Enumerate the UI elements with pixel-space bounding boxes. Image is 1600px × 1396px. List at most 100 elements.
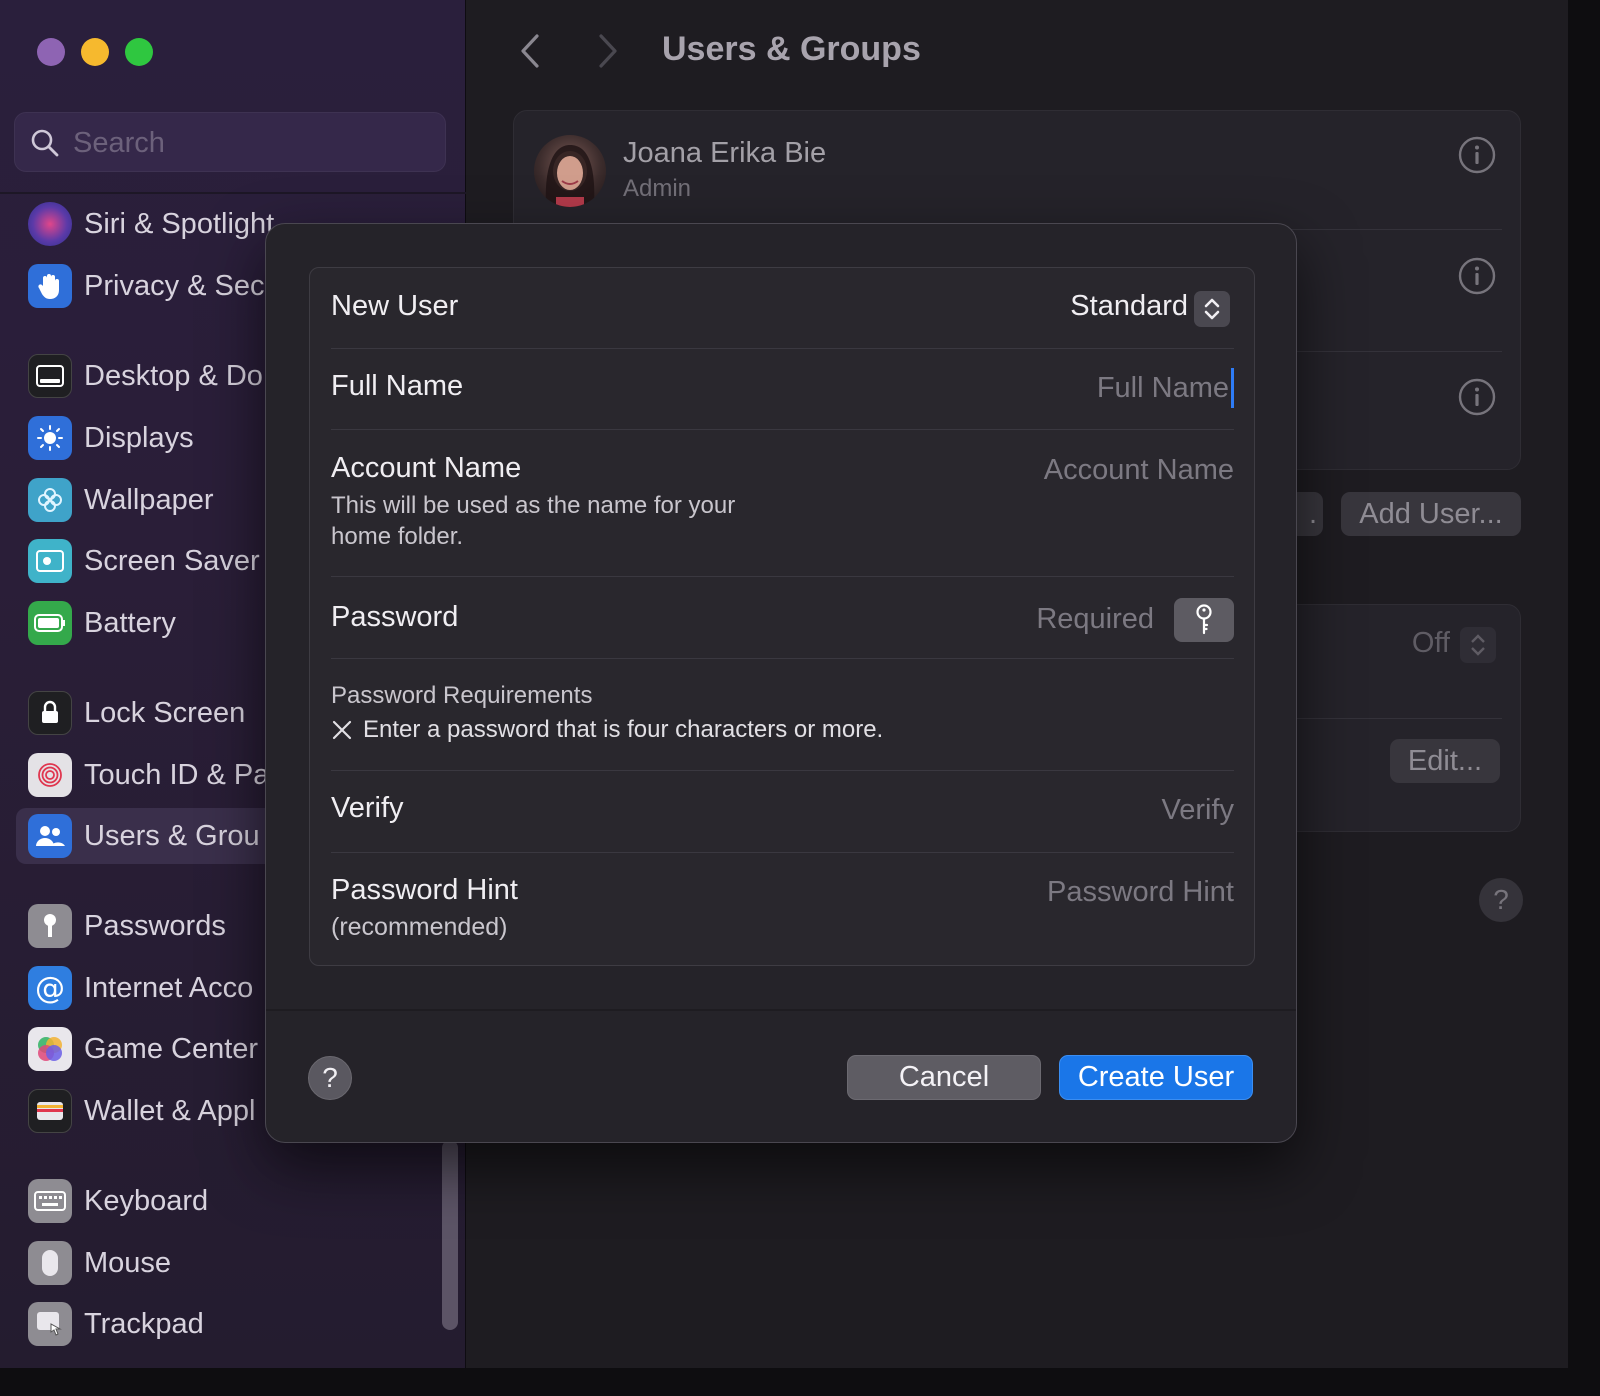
verify-label: Verify [331, 792, 404, 824]
key-icon [1196, 604, 1212, 635]
sidebar-item-label: Desktop & Do [84, 359, 263, 392]
desktop-icon [28, 354, 72, 398]
info-icon[interactable] [1458, 136, 1496, 174]
password-requirement-text: Enter a password that is four characters… [363, 716, 884, 743]
new-user-label: New User [331, 290, 459, 322]
cancel-button[interactable]: Cancel [847, 1055, 1041, 1100]
account-type-value[interactable]: Standard [1070, 290, 1188, 323]
sidebar-scrollbar[interactable] [442, 1140, 458, 1330]
window-close-button[interactable] [37, 38, 65, 66]
password-hint-sub: (recommended) [331, 913, 508, 941]
page-title: Users & Groups [662, 30, 921, 68]
sidebar-search [14, 112, 446, 172]
password-assistant-button[interactable] [1174, 598, 1234, 642]
dialog-help-button[interactable]: ? [308, 1056, 352, 1100]
sidebar-item-mouse[interactable]: Mouse [28, 1239, 448, 1287]
trackpad-icon [28, 1302, 72, 1346]
off-value: Off [1411, 627, 1450, 659]
avatar [534, 135, 606, 207]
form-divider [331, 348, 1234, 349]
settings-window: Siri & Spotlight Privacy & Sec Desktop &… [0, 0, 1568, 1368]
back-chevron-icon[interactable] [509, 28, 549, 74]
verify-row: Verify [331, 790, 1234, 834]
new-user-form: New User Standard Full Name Account Name… [309, 267, 1255, 966]
account-name-label: Account Name [331, 452, 522, 484]
sidebar-item-keyboard[interactable]: Keyboard [28, 1177, 448, 1225]
users-icon [28, 814, 72, 858]
key-icon [28, 904, 72, 948]
wallet-icon [28, 1089, 72, 1133]
form-divider [331, 576, 1234, 577]
info-icon[interactable] [1458, 257, 1496, 295]
keyboard-icon [28, 1179, 72, 1223]
sidebar-item-label: Mouse [84, 1246, 172, 1279]
sidebar-item-trackpad[interactable]: Trackpad [28, 1300, 448, 1348]
window-zoom-button[interactable] [125, 38, 153, 66]
help-button[interactable]: ? [1479, 878, 1523, 922]
password-field[interactable] [754, 599, 1154, 639]
battery-icon [28, 601, 72, 645]
password-label: Password [331, 601, 459, 633]
password-requirement-item: Enter a password that is four characters… [331, 716, 883, 744]
game-center-icon [28, 1027, 72, 1071]
info-icon[interactable] [1458, 378, 1496, 416]
form-divider [331, 429, 1234, 430]
account-name-field[interactable] [814, 450, 1234, 490]
new-user-dialog: New User Standard Full Name Account Name… [265, 223, 1297, 1143]
create-user-button[interactable]: Create User [1059, 1055, 1253, 1100]
sidebar-item-label: Wallpaper [84, 483, 214, 516]
mouse-icon [28, 1241, 72, 1285]
at-icon: @ [28, 966, 72, 1010]
siri-icon [28, 202, 72, 246]
sidebar-item-label: Siri & Spotlight [84, 207, 275, 240]
sidebar-item-label: Users & Grou [84, 819, 260, 852]
sun-icon [28, 416, 72, 460]
edit-button[interactable]: Edit... [1390, 739, 1500, 783]
add-user-button[interactable]: Add User... [1341, 492, 1521, 536]
screen-edge-right [1568, 0, 1600, 1396]
sidebar-item-label: Touch ID & Pa [84, 758, 270, 791]
sidebar-item-label: Passwords [84, 909, 226, 942]
full-name-label: Full Name [331, 370, 464, 402]
sidebar-item-label: Screen Saver [84, 544, 260, 577]
full-name-row: Full Name [331, 368, 1234, 412]
sidebar-divider [0, 192, 466, 194]
search-input[interactable] [73, 121, 433, 165]
x-mark-icon [332, 720, 352, 740]
screen-edge-bottom [0, 1368, 1600, 1396]
sidebar-item-label: Game Center [84, 1032, 259, 1065]
sidebar-item-label: Displays [84, 421, 194, 454]
password-hint-row: Password Hint (recommended) [331, 872, 1234, 952]
sidebar-item-label: Lock Screen [84, 696, 246, 729]
user-name: Joana Erika Bie [623, 137, 827, 169]
account-type-stepper[interactable] [1194, 291, 1230, 327]
sidebar-item-label: Wallet & Appl [84, 1094, 256, 1127]
hand-icon [28, 264, 72, 308]
account-name-hint: This will be used as the name for your h… [331, 492, 736, 550]
forward-chevron-icon[interactable] [589, 28, 629, 74]
dialog-divider [266, 1009, 1296, 1011]
password-row: Password [331, 596, 1234, 644]
sidebar-item-label: Trackpad [84, 1307, 204, 1340]
off-popup-button[interactable] [1460, 627, 1496, 663]
full-name-field[interactable] [734, 368, 1234, 408]
password-requirements-title: Password Requirements [331, 682, 593, 709]
verify-field[interactable] [834, 790, 1234, 830]
search-icon [31, 129, 59, 157]
sidebar-item-label: Internet Acco [84, 971, 254, 1004]
lock-icon [28, 691, 72, 735]
sidebar-item-label: Privacy & Sec [84, 269, 265, 302]
window-minimize-button[interactable] [81, 38, 109, 66]
fingerprint-icon [28, 753, 72, 797]
password-hint-field[interactable] [814, 872, 1234, 912]
form-divider [331, 658, 1234, 659]
password-hint-label: Password Hint [331, 874, 518, 906]
form-divider [331, 770, 1234, 771]
chevron-up-down-icon [1204, 298, 1220, 320]
sidebar-item-label: Keyboard [84, 1184, 209, 1217]
account-name-row: Account Name This will be used as the na… [331, 450, 1234, 550]
user-role: Admin [623, 175, 692, 202]
flower-icon [28, 478, 72, 522]
account-type-row: New User Standard [331, 288, 1234, 332]
form-divider [331, 852, 1234, 853]
